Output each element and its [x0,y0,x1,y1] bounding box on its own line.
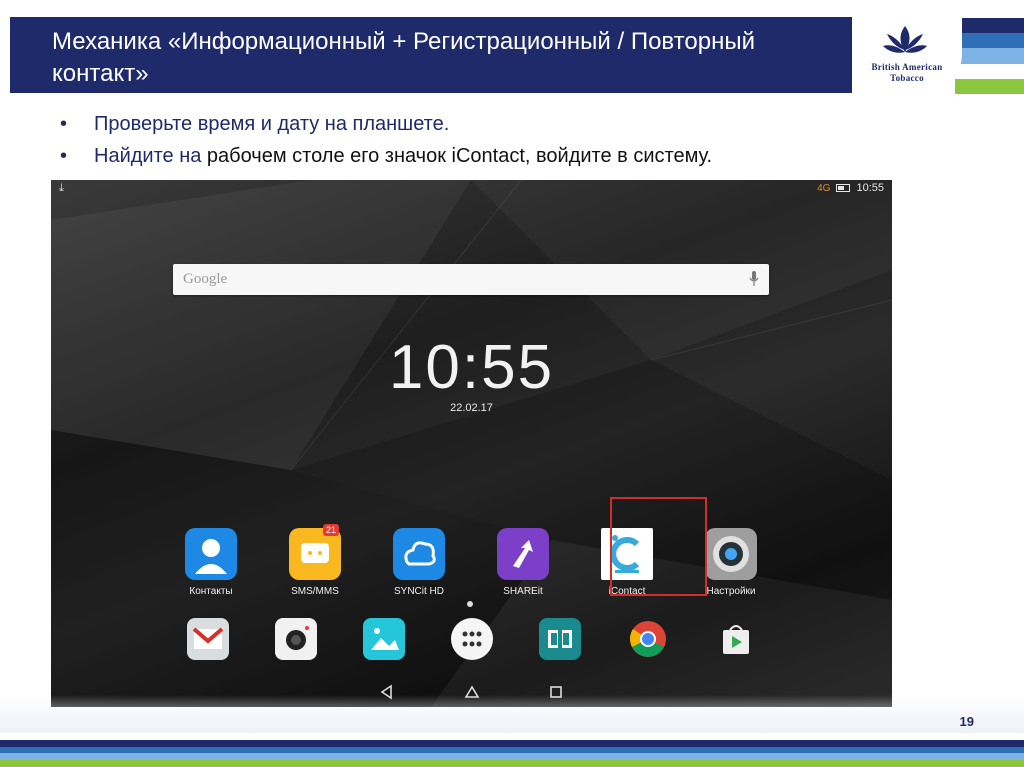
footer-fade [0,695,1024,733]
sms-icon: 21 [289,524,341,580]
page-indicator [467,601,473,607]
bullet-dot: • [60,145,68,167]
bullet-dot: • [60,113,68,135]
bullet-text: Проверьте время и дату на планшете. [94,113,450,135]
contacts-icon [185,528,237,580]
logo-line-2: Tobacco [890,73,924,83]
brand-stripes [955,18,1024,94]
unread-badge: 21 [322,524,339,536]
app-sms[interactable]: 21 SMS/MMS [275,524,355,597]
app-label: SYNCit HD [393,586,444,597]
icontact-highlight-box [610,497,707,596]
bullet-text-rest: рабочем столе его значок iContact, войди… [206,145,713,167]
status-bar: ⤓ 4G 10:55 [51,180,892,198]
chrome-icon[interactable] [627,618,669,660]
bullet-item: • Найдите на рабочем столе его значок iC… [60,140,960,172]
app-shareit[interactable]: SHAREit [483,528,563,597]
bullet-text-lead: Найдите на [94,145,207,167]
page-number: 19 [959,714,974,729]
camera-icon[interactable] [275,618,317,660]
google-search-bar[interactable]: Google [173,264,769,295]
dolby-icon[interactable] [539,618,581,660]
logo-line-1: British American [871,62,943,72]
mic-icon[interactable] [749,270,759,288]
gmail-icon[interactable] [187,618,229,660]
tablet-screenshot: ⤓ 4G 10:55 Google 10:55 22.02.17 Контакт… [51,180,892,707]
bat-logo: British American Tobacco [852,10,962,94]
app-label: Контакты [189,586,233,597]
clock-date: 22.02.17 [450,402,493,414]
download-icon: ⤓ [59,182,64,194]
slide-title: Механика «Информационный + Регистрационн… [52,28,755,87]
slide-header: Механика «Информационный + Регистрационн… [0,0,1024,95]
app-drawer-icon[interactable] [451,618,493,660]
app-syncit[interactable]: SYNCit HD [379,528,459,597]
bullet-list: • Проверьте время и дату на планшете. • … [60,108,960,172]
battery-icon [836,184,851,192]
app-contacts[interactable]: Контакты [171,528,251,597]
clock-time: 10:55 [388,333,555,402]
footer-stripes [0,733,1024,767]
gallery-icon[interactable] [363,618,405,660]
shareit-icon [497,528,549,580]
search-placeholder: Google [183,271,228,287]
cloud-sync-icon [393,528,445,580]
play-store-icon[interactable] [715,618,757,660]
bullet-item: • Проверьте время и дату на планшете. [60,108,960,140]
leaf-logo-icon [883,26,927,53]
network-indicator: 4G [817,182,831,194]
settings-icon [705,528,757,580]
app-label: SHAREit [503,586,543,597]
status-time: 10:55 [856,182,884,194]
app-label: SMS/MMS [291,586,339,597]
